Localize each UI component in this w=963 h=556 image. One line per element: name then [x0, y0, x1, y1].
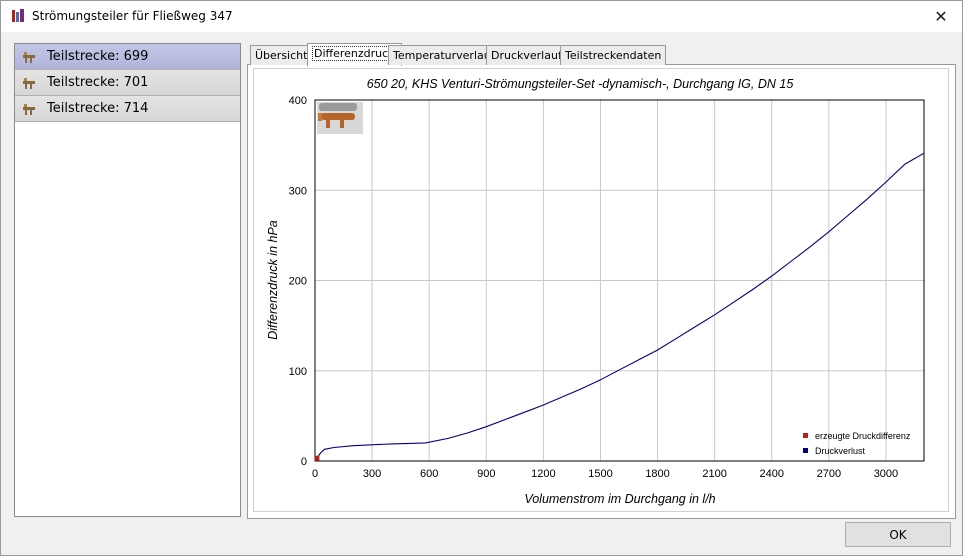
tab-pressure-curve[interactable]: Druckverlauf	[486, 45, 567, 65]
ok-button[interactable]: OK	[845, 522, 951, 547]
tab-section-data[interactable]: Teilstreckendaten	[560, 45, 667, 65]
valve-icon	[23, 52, 35, 63]
tab-label: Druckverlauf	[491, 49, 562, 62]
chart-frame: 0 300 600 900 1200 1500 1800 2100 2400 2700 3000 0 1…	[253, 68, 949, 512]
list-item-label: Teilstrecke: 699	[47, 49, 149, 64]
x-axis-label: Volumenstrom im Durchgang in l/h	[524, 492, 715, 506]
tab-overview[interactable]: Übersicht	[250, 45, 313, 65]
dialog-window: Strömungsteiler für Fließweg 347 ✕ Teils…	[0, 0, 963, 556]
list-item-section-714[interactable]: Teilstrecke: 714	[15, 96, 240, 122]
x-tick-label: 2400	[760, 468, 784, 480]
thumbnail-image	[317, 102, 363, 134]
x-tick-label: 0	[312, 468, 318, 480]
axis-ticks: 0 300 600 900 1200 1500 1800 2100 2400 2700 3000 0 1…	[289, 95, 899, 480]
x-tick-label: 600	[420, 468, 438, 480]
valve-icon	[23, 78, 35, 89]
close-button[interactable]: ✕	[926, 2, 956, 30]
tab-label: Übersicht	[255, 49, 308, 62]
x-tick-label: 1800	[645, 468, 669, 480]
x-tick-label: 900	[477, 468, 495, 480]
title-bar: Strömungsteiler für Fließweg 347 ✕	[1, 1, 962, 32]
y-tick-label: 400	[289, 95, 307, 107]
window-title: Strömungsteiler für Fließweg 347	[32, 9, 233, 23]
legend-label-generated-pressure-difference: erzeugte Druckdifferenz	[815, 431, 911, 441]
x-tick-label: 3000	[874, 468, 898, 480]
y-tick-label: 100	[289, 366, 307, 378]
series-line-pressure-loss	[314, 152, 925, 462]
series-point-generated-pressure-difference	[314, 455, 320, 461]
tab-label: Teilstreckendaten	[565, 49, 662, 62]
x-tick-label: 2700	[817, 468, 841, 480]
differential-pressure-chart: 0 300 600 900 1200 1500 1800 2100 2400 2700 3000 0 1…	[266, 77, 925, 506]
legend-swatch-generated-pressure-difference	[803, 433, 808, 438]
tab-temperature-curve[interactable]: Temperaturverlauf	[388, 45, 500, 65]
flow-divider-app-icon	[12, 9, 24, 22]
legend-swatch-pressure-loss	[803, 448, 808, 453]
list-item-section-701[interactable]: Teilstrecke: 701	[15, 70, 240, 96]
section-list: Teilstrecke: 699 Teilstrecke: 701 Teilst…	[14, 43, 241, 517]
valve-icon	[23, 104, 35, 115]
x-tick-label: 300	[363, 468, 381, 480]
list-item-label: Teilstrecke: 701	[47, 75, 149, 90]
y-axis-label: Differenzdruck in hPa	[266, 220, 280, 340]
list-item-section-699[interactable]: Teilstrecke: 699	[15, 44, 240, 70]
tab-label: Temperaturverlauf	[393, 49, 495, 62]
tab-label: Differenzdruck	[312, 46, 397, 61]
y-tick-label: 300	[289, 185, 307, 197]
legend-label-pressure-loss: Druckverlust	[815, 446, 866, 456]
x-tick-label: 2100	[702, 468, 726, 480]
y-tick-label: 0	[301, 456, 307, 468]
x-tick-label: 1200	[531, 468, 555, 480]
x-tick-label: 1500	[588, 468, 612, 480]
chart-legend: erzeugte Druckdifferenz Druckverlust	[803, 431, 911, 456]
y-tick-label: 200	[289, 276, 307, 288]
close-icon: ✕	[934, 6, 948, 26]
list-item-label: Teilstrecke: 714	[47, 101, 149, 116]
chart-grid	[315, 100, 924, 461]
chart-title: 650 20, KHS Venturi-Strömungsteiler-Set …	[367, 77, 794, 91]
